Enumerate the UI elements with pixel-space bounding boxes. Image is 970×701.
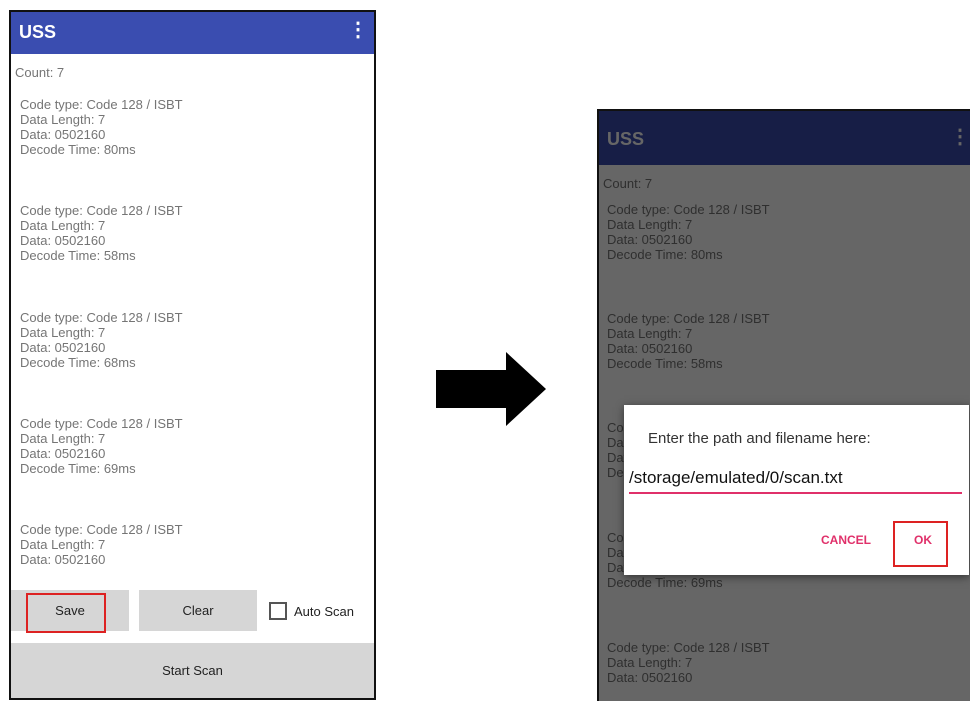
list-item: Code type: Code 128 / ISBT Data Length: … (20, 522, 183, 582)
data-length: Data Length: 7 (20, 112, 106, 127)
save-highlight-box (26, 593, 106, 633)
code-type: Code type: Code 128 / ISBT (20, 310, 183, 325)
list-item: Code type: Code 128 / ISBT Data Length: … (20, 97, 183, 157)
auto-scan-label: Auto Scan (294, 603, 354, 619)
code-type: Code type: Code 128 / ISBT (20, 97, 183, 112)
decode-time: Decode Time: 58ms (20, 248, 136, 263)
right-arrow-icon (436, 352, 546, 426)
data-value: Data: 0502160 (20, 233, 106, 248)
data-length: Data Length: 7 (20, 218, 106, 233)
auto-scan-toggle[interactable]: Auto Scan (269, 602, 354, 620)
decode-time: Decode Time: 68ms (20, 355, 136, 370)
start-scan-button[interactable]: Start Scan (11, 643, 374, 698)
list-item: Code type: Code 128 / ISBT Data Length: … (20, 310, 183, 370)
path-input[interactable]: /storage/emulated/0/scan.txt (629, 468, 962, 494)
decode-time: Decode Time: 69ms (20, 461, 136, 476)
code-type: Code type: Code 128 / ISBT (20, 416, 183, 431)
data-value: Data: 0502160 (20, 552, 106, 567)
data-value: Data: 0502160 (20, 340, 106, 355)
data-length: Data Length: 7 (20, 431, 106, 446)
cancel-button[interactable]: CANCEL (821, 533, 871, 547)
data-value: Data: 0502160 (20, 127, 106, 142)
count-label: Count: 7 (15, 65, 65, 80)
overflow-menu-icon[interactable]: ⋮ (348, 20, 368, 40)
list-item: Code type: Code 128 / ISBT Data Length: … (20, 203, 183, 263)
checkbox-icon[interactable] (269, 602, 287, 620)
data-length: Data Length: 7 (20, 325, 106, 340)
app-bar: USS ⋮ (11, 12, 374, 54)
app-title: USS (19, 22, 57, 42)
dialog-message: Enter the path and filename here: (648, 430, 871, 447)
data-length: Data Length: 7 (20, 537, 106, 552)
code-type: Code type: Code 128 / ISBT (20, 203, 183, 218)
ok-highlight-box (893, 521, 948, 567)
list-item: Code type: Code 128 / ISBT Data Length: … (20, 416, 183, 476)
code-type: Code type: Code 128 / ISBT (20, 522, 183, 537)
data-value: Data: 0502160 (20, 446, 106, 461)
clear-button[interactable]: Clear (139, 590, 257, 631)
decode-time: Decode Time: 80ms (20, 142, 136, 157)
